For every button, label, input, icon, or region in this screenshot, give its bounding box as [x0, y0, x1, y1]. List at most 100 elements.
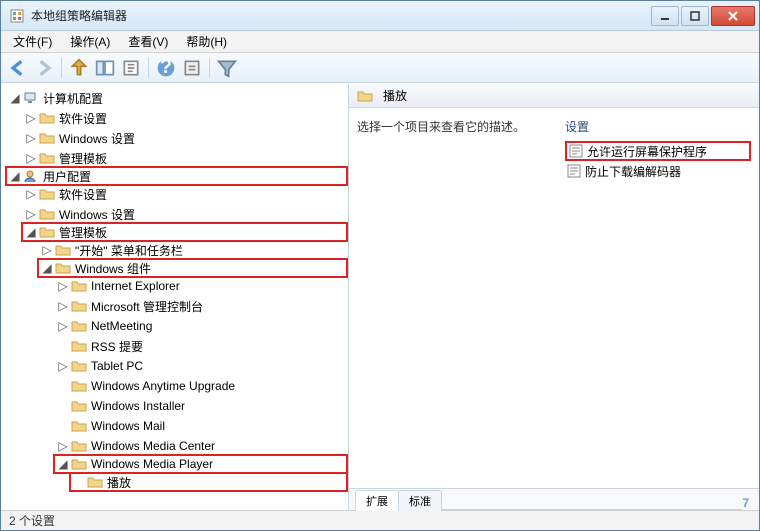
status-text: 2 个设置 — [9, 512, 55, 529]
folder-icon — [39, 207, 55, 221]
description-column: 选择一个项目来查看它的描述。 — [357, 118, 557, 488]
folder-icon — [39, 225, 55, 239]
tab-standard[interactable]: 标准 — [398, 490, 442, 511]
tree-node-startmenu[interactable]: ▷"开始" 菜单和任务栏 — [37, 240, 348, 260]
tree-label: Windows 组件 — [75, 260, 151, 277]
expand-icon[interactable]: ▷ — [25, 132, 37, 144]
expand-icon[interactable]: ▷ — [25, 188, 37, 200]
tree-node-user-admin-templates[interactable]: ◢ 管理模板 — [21, 222, 348, 242]
folder-icon — [71, 419, 87, 433]
tree-node-admin-templates[interactable]: ▷ 管理模板 — [21, 148, 348, 168]
tree-node-installer[interactable]: ▷Windows Installer — [53, 396, 348, 416]
maximize-button[interactable] — [681, 6, 709, 26]
tree-node-rss[interactable]: ▷RSS 提要 — [53, 336, 348, 356]
folder-icon — [71, 439, 87, 453]
tree-node-mmc[interactable]: ▷ Microsoft 管理控制台 — [53, 296, 348, 316]
app-icon — [9, 8, 25, 24]
tree-label: 管理模板 — [59, 224, 107, 241]
menu-view[interactable]: 查看(V) — [120, 31, 176, 52]
tree-node-netmeeting[interactable]: ▷NetMeeting — [53, 316, 348, 336]
toolbar-separator — [148, 58, 149, 78]
expand-icon[interactable]: ▷ — [25, 152, 37, 164]
expand-icon[interactable]: ▷ — [57, 360, 69, 372]
expand-icon[interactable]: ▷ — [57, 280, 69, 292]
collapse-icon[interactable]: ◢ — [9, 92, 21, 104]
tree-node-mediacenter[interactable]: ▷ Windows Media Center — [53, 436, 348, 456]
folder-icon — [71, 359, 87, 373]
up-button[interactable] — [68, 57, 90, 79]
menu-help[interactable]: 帮助(H) — [178, 31, 235, 52]
tree-label: RSS 提要 — [91, 338, 143, 355]
show-hide-tree-button[interactable] — [94, 57, 116, 79]
close-button[interactable] — [711, 6, 755, 26]
tree-node-playback[interactable]: ▷播放 — [69, 472, 348, 492]
expand-icon[interactable]: ▷ — [25, 112, 37, 124]
tree-label: Windows Anytime Upgrade — [91, 379, 235, 393]
tree-label: Internet Explorer — [91, 279, 180, 293]
tab-extended[interactable]: 扩展 — [355, 490, 399, 511]
menubar: 文件(F) 操作(A) 查看(V) 帮助(H) — [1, 31, 759, 53]
filter-button[interactable] — [216, 57, 238, 79]
menu-file[interactable]: 文件(F) — [5, 31, 60, 52]
expand-icon[interactable]: ▷ — [57, 320, 69, 332]
tree-node-user-config[interactable]: ◢ 用户配置 — [5, 166, 348, 186]
tree-node-ie[interactable]: ▷ Internet Explorer — [53, 276, 348, 296]
minimize-button[interactable] — [651, 6, 679, 26]
tree-node-tablet[interactable]: ▷ Tablet PC — [53, 356, 348, 376]
folder-icon — [71, 279, 87, 293]
tree-label: 管理模板 — [59, 150, 107, 167]
details-tabs: 扩展 标准 7 — [349, 488, 759, 510]
settings-header: 设置 — [565, 118, 751, 135]
tree-node-windows-settings[interactable]: ▷Windows 设置 — [21, 128, 348, 148]
setting-prevent-codec[interactable]: 防止下载编解码器 — [565, 161, 751, 181]
back-button[interactable] — [7, 57, 29, 79]
window-title: 本地组策略编辑器 — [31, 7, 651, 24]
window-buttons — [651, 6, 755, 26]
tree-label: Windows Installer — [91, 399, 185, 413]
tree-node-user-software[interactable]: ▷软件设置 — [21, 184, 348, 204]
folder-icon — [39, 187, 55, 201]
folder-icon — [71, 299, 87, 313]
toolbar-separator — [209, 58, 210, 78]
folder-icon — [55, 243, 71, 257]
tree-node-mail[interactable]: ▷Windows Mail — [53, 416, 348, 436]
properties-button[interactable] — [181, 57, 203, 79]
expand-icon[interactable]: ▷ — [57, 440, 69, 452]
folder-icon — [71, 379, 87, 393]
tree-label: Microsoft 管理控制台 — [91, 298, 203, 315]
collapse-icon[interactable]: ◢ — [25, 226, 37, 238]
folder-icon — [71, 339, 87, 353]
tree-label: Windows Mail — [91, 419, 165, 433]
tree-node-computer-config[interactable]: ◢ 计算机配置 — [5, 88, 348, 108]
folder-icon — [71, 319, 87, 333]
tree-node-anytime[interactable]: ▷Windows Anytime Upgrade — [53, 376, 348, 396]
collapse-icon[interactable]: ◢ — [9, 170, 21, 182]
expand-icon[interactable]: ▷ — [25, 208, 37, 220]
tree-label: 播放 — [107, 474, 131, 491]
tree-label: Windows Media Player — [91, 457, 213, 471]
export-button[interactable] — [120, 57, 142, 79]
setting-allow-screensaver[interactable]: 允许运行屏幕保护程序 — [565, 141, 751, 161]
tree-label: 软件设置 — [59, 110, 107, 127]
expand-icon[interactable]: ▷ — [57, 300, 69, 312]
policy-icon — [569, 144, 583, 158]
collapse-icon[interactable]: ◢ — [57, 458, 69, 470]
menu-action[interactable]: 操作(A) — [62, 31, 118, 52]
tree-node-user-windows[interactable]: ▷Windows 设置 — [21, 204, 348, 224]
folder-icon — [71, 457, 87, 471]
help-button[interactable]: ? — [155, 57, 177, 79]
computer-icon — [23, 91, 39, 105]
tree-pane[interactable]: ◢ 计算机配置 ▷ 软件设置 ▷Windows 设置 ▷ 管理模板 ◢ — [1, 84, 349, 510]
tree-node-windows-components[interactable]: ◢ Windows 组件 — [37, 258, 348, 278]
collapse-icon[interactable]: ◢ — [41, 262, 53, 274]
tree-node-software-settings[interactable]: ▷ 软件设置 — [21, 108, 348, 128]
app-window: 本地组策略编辑器 文件(F) 操作(A) 查看(V) 帮助(H) ? — [0, 0, 760, 531]
tree-label: Windows Media Center — [91, 439, 215, 453]
folder-icon — [39, 151, 55, 165]
expand-icon[interactable]: ▷ — [41, 244, 53, 256]
tree-node-wmp[interactable]: ◢ Windows Media Player — [53, 454, 348, 474]
folder-icon — [55, 261, 71, 275]
tree-label: Tablet PC — [91, 359, 143, 373]
forward-button[interactable] — [33, 57, 55, 79]
user-icon — [23, 169, 39, 183]
